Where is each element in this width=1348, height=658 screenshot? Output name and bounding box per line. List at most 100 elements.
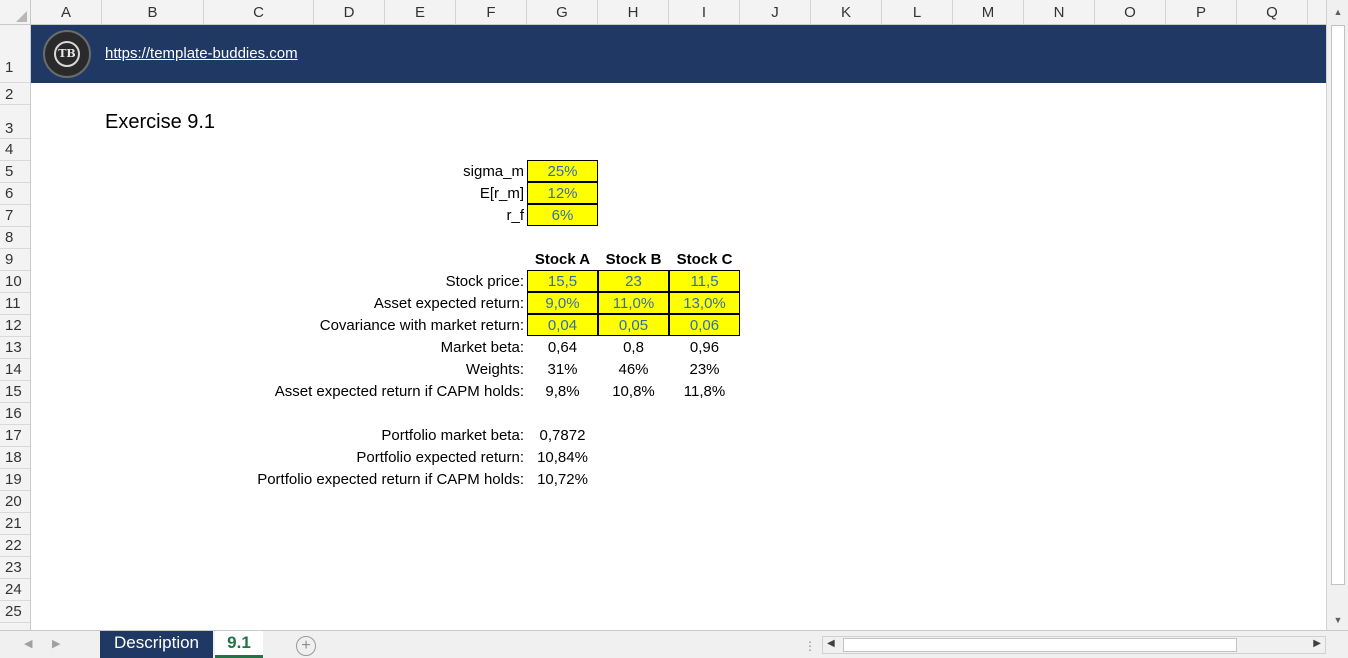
stock-a-price[interactable]: 15,5 — [527, 270, 598, 292]
row-header-24[interactable]: 24 — [0, 579, 30, 601]
stock-a-header: Stock A — [534, 251, 591, 268]
stock-b-header: Stock B — [605, 251, 662, 268]
row-header-13[interactable]: 13 — [0, 337, 30, 359]
stock-c-weight[interactable]: 23% — [669, 359, 740, 381]
stock-row-expected-return: Asset expected return: — [31, 293, 524, 315]
stock-row-weights: Weights: — [31, 359, 524, 381]
column-header-k[interactable]: K — [811, 0, 882, 25]
column-header-m[interactable]: M — [953, 0, 1024, 25]
column-header-f[interactable]: F — [456, 0, 527, 25]
param-value-sigma-m[interactable]: 25% — [527, 160, 598, 182]
stock-c-expected-return[interactable]: 13,0% — [669, 292, 740, 314]
portfolio-capm-return-value[interactable]: 10,72% — [527, 469, 598, 491]
split-handle-icon[interactable]: ⋮ — [804, 639, 816, 653]
worksheet-grid[interactable]: TB https://template-buddies.com Exercise… — [31, 25, 1326, 630]
row-header-22[interactable]: 22 — [0, 535, 30, 557]
stock-a-weight[interactable]: 31% — [527, 359, 598, 381]
row-label: Portfolio expected return if CAPM holds: — [257, 471, 524, 488]
column-header-b[interactable]: B — [102, 0, 204, 25]
scroll-right-arrow-icon[interactable]: ▶ — [1313, 638, 1321, 649]
stock-b-capm-return[interactable]: 10,8% — [598, 381, 669, 403]
row-header-25[interactable]: 25 — [0, 601, 30, 623]
row-header-8[interactable]: 8 — [0, 227, 30, 249]
row-header-12[interactable]: 12 — [0, 315, 30, 337]
stock-b-covariance[interactable]: 0,05 — [598, 314, 669, 336]
column-header-o[interactable]: O — [1095, 0, 1166, 25]
column-header-q[interactable]: Q — [1237, 0, 1308, 25]
row-header-21[interactable]: 21 — [0, 513, 30, 535]
tab-description[interactable]: Description — [100, 631, 213, 658]
param-value-expected-market-return[interactable]: 12% — [527, 182, 598, 204]
column-header-n[interactable]: N — [1024, 0, 1095, 25]
tab-9-1[interactable]: 9.1 — [215, 631, 263, 658]
column-header-h[interactable]: H — [598, 0, 669, 25]
row-header-2[interactable]: 2 — [0, 83, 30, 105]
row-header-10[interactable]: 10 — [0, 271, 30, 293]
portfolio-row-expected-return: Portfolio expected return: — [31, 447, 524, 469]
column-header-j[interactable]: J — [740, 0, 811, 25]
row-header-19[interactable]: 19 — [0, 469, 30, 491]
website-link[interactable]: https://template-buddies.com — [105, 45, 298, 62]
column-header-l[interactable]: L — [882, 0, 953, 25]
param-label: sigma_m — [463, 163, 524, 180]
sheet-tab-bar: ◀ ▶ Description 9.1 + ⋮ ◀ ▶ — [0, 630, 1348, 658]
column-header-i[interactable]: I — [669, 0, 740, 25]
row-header-18[interactable]: 18 — [0, 447, 30, 469]
vertical-scrollbar[interactable]: ▲ ▼ — [1326, 0, 1348, 630]
portfolio-expected-return-value[interactable]: 10,84% — [527, 447, 598, 469]
row-header-11[interactable]: 11 — [0, 293, 30, 315]
stock-c-price[interactable]: 11,5 — [669, 270, 740, 292]
exercise-title: Exercise 9.1 — [105, 111, 216, 133]
stock-a-beta[interactable]: 0,64 — [527, 337, 598, 359]
row-header-23[interactable]: 23 — [0, 557, 30, 579]
prev-sheet-arrow-icon[interactable]: ◀ — [24, 637, 32, 650]
row-header-5[interactable]: 5 — [0, 161, 30, 183]
portfolio-beta-value[interactable]: 0,7872 — [527, 425, 598, 447]
row-header-4[interactable]: 4 — [0, 139, 30, 161]
row-label: Stock price: — [445, 273, 524, 290]
plus-circle-icon[interactable]: + — [296, 636, 316, 656]
scroll-down-arrow-icon[interactable]: ▼ — [1332, 614, 1344, 626]
scroll-left-arrow-icon[interactable]: ◀ — [827, 638, 835, 649]
scroll-up-arrow-icon[interactable]: ▲ — [1332, 6, 1344, 18]
row-label: Covariance with market return: — [319, 317, 524, 334]
stock-c-covariance[interactable]: 0,06 — [669, 314, 740, 336]
column-header-e[interactable]: E — [385, 0, 456, 25]
column-header-g[interactable]: G — [527, 0, 598, 25]
row-header-3[interactable]: 3 — [0, 105, 30, 139]
next-sheet-arrow-icon[interactable]: ▶ — [52, 637, 60, 650]
stock-c-beta[interactable]: 0,96 — [669, 337, 740, 359]
row-header-17[interactable]: 17 — [0, 425, 30, 447]
column-header-d[interactable]: D — [314, 0, 385, 25]
stock-a-expected-return[interactable]: 9,0% — [527, 292, 598, 314]
stock-b-price[interactable]: 23 — [598, 270, 669, 292]
select-all-corner[interactable] — [0, 0, 31, 25]
row-header-20[interactable]: 20 — [0, 491, 30, 513]
row-label: Asset expected return: — [373, 295, 524, 312]
param-value-risk-free[interactable]: 6% — [527, 204, 598, 226]
stock-b-beta[interactable]: 0,8 — [598, 337, 669, 359]
column-header-c[interactable]: C — [204, 0, 314, 25]
row-label: Portfolio expected return: — [356, 449, 524, 466]
stock-a-covariance[interactable]: 0,04 — [527, 314, 598, 336]
vertical-scroll-thumb[interactable] — [1331, 25, 1345, 585]
row-header-16[interactable]: 16 — [0, 403, 30, 425]
row-header-7[interactable]: 7 — [0, 205, 30, 227]
header-banner: TB https://template-buddies.com — [31, 25, 1326, 83]
select-all-triangle-icon — [16, 11, 27, 22]
row-header-15[interactable]: 15 — [0, 381, 30, 403]
stock-b-expected-return[interactable]: 11,0% — [598, 292, 669, 314]
row-label: Portfolio market beta: — [381, 427, 524, 444]
stock-b-weight[interactable]: 46% — [598, 359, 669, 381]
row-label: Weights: — [465, 361, 524, 378]
row-header-9[interactable]: 9 — [0, 249, 30, 271]
column-header-p[interactable]: P — [1166, 0, 1237, 25]
row-header-1[interactable]: 1 — [0, 25, 30, 83]
stock-a-capm-return[interactable]: 9,8% — [527, 381, 598, 403]
column-header-a[interactable]: A — [31, 0, 102, 25]
stock-c-capm-return[interactable]: 11,8% — [669, 381, 740, 403]
row-header-14[interactable]: 14 — [0, 359, 30, 381]
horizontal-scroll-thumb[interactable] — [843, 638, 1237, 652]
horizontal-scrollbar[interactable]: ◀ ▶ — [822, 636, 1326, 654]
row-header-6[interactable]: 6 — [0, 183, 30, 205]
